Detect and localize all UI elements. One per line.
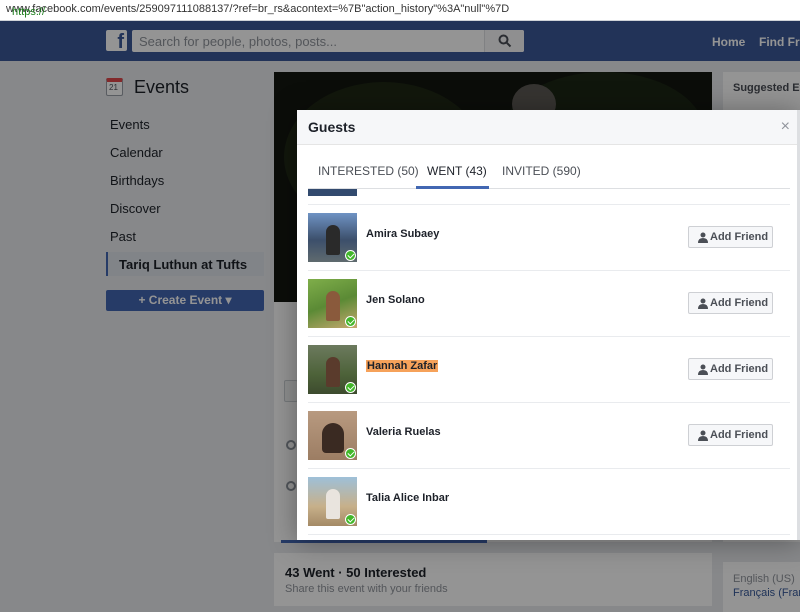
guest-name[interactable]: Amira Subaey bbox=[366, 228, 439, 240]
dialog-header: Guests × bbox=[297, 110, 800, 145]
guest-name[interactable]: Talia Alice Inbar bbox=[366, 492, 449, 504]
dialog-title: Guests bbox=[308, 119, 356, 135]
add-person-icon bbox=[698, 232, 708, 243]
guest-photo[interactable] bbox=[308, 279, 357, 328]
tab-interested[interactable]: INTERESTED (50) bbox=[318, 164, 419, 178]
tab-invited[interactable]: INVITED (590) bbox=[502, 164, 581, 178]
guest-list: Amira Subaey Add Friend Jen Solano Add F… bbox=[308, 189, 790, 540]
guest-tabs: INTERESTED (50) WENT (43) INVITED (590) bbox=[308, 145, 790, 189]
add-person-icon bbox=[698, 364, 708, 375]
guest-photo[interactable] bbox=[308, 345, 357, 394]
guest-photo[interactable] bbox=[308, 477, 357, 526]
add-person-icon bbox=[698, 430, 708, 441]
close-icon[interactable]: × bbox=[781, 118, 790, 136]
went-check-icon bbox=[345, 514, 356, 525]
guest-row: Hannah Zafar Add Friend bbox=[308, 337, 790, 403]
guest-photo[interactable] bbox=[308, 213, 357, 262]
guest-name-highlighted[interactable]: Hannah Zafar bbox=[366, 360, 439, 372]
guest-name[interactable]: Jen Solano bbox=[366, 294, 425, 306]
guest-row: Talia Alice Inbar bbox=[308, 469, 790, 535]
add-friend-button[interactable]: Add Friend bbox=[688, 424, 773, 446]
add-friend-button[interactable]: Add Friend bbox=[688, 358, 773, 380]
went-check-icon bbox=[345, 382, 356, 393]
add-friend-button[interactable]: Add Friend bbox=[688, 292, 773, 314]
add-person-icon bbox=[698, 298, 708, 309]
guest-name[interactable]: Valeria Ruelas bbox=[366, 426, 441, 438]
guest-photo[interactable] bbox=[308, 411, 357, 460]
browser-url-bar[interactable]: https://www.facebook.com/events/25909711… bbox=[0, 0, 800, 21]
went-check-icon bbox=[345, 316, 356, 327]
went-check-icon bbox=[345, 250, 356, 261]
guest-row: Amira Subaey Add Friend bbox=[308, 205, 790, 271]
guests-dialog: Guests × INTERESTED (50) WENT (43) INVIT… bbox=[297, 110, 800, 540]
url-text: https://www.facebook.com/events/25909711… bbox=[6, 3, 510, 18]
tab-went[interactable]: WENT (43) bbox=[427, 164, 487, 178]
add-friend-button[interactable]: Add Friend bbox=[688, 226, 773, 248]
guest-row: Jen Solano Add Friend bbox=[308, 271, 790, 337]
guest-row: Valeria Ruelas Add Friend bbox=[308, 403, 790, 469]
went-check-icon bbox=[345, 448, 356, 459]
